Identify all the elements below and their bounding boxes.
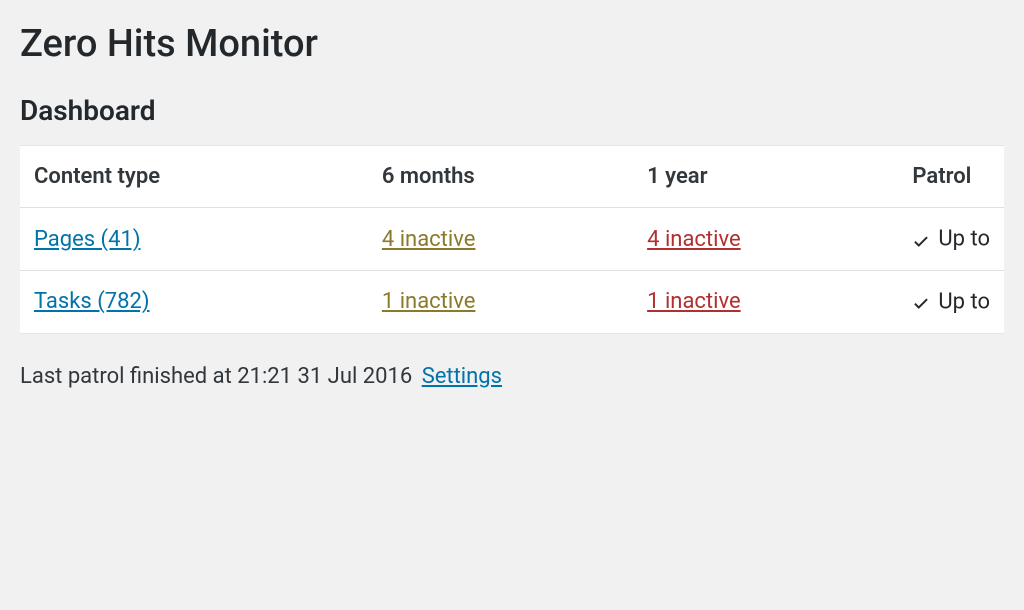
column-header-six-months: 6 months xyxy=(368,146,633,208)
last-patrol-text: Last patrol finished at 21:21 31 Jul 201… xyxy=(20,364,412,389)
content-type-link-pages[interactable]: Pages (41) xyxy=(34,227,140,252)
six-months-link[interactable]: 4 inactive xyxy=(382,227,476,252)
column-header-one-year: 1 year xyxy=(633,146,898,208)
column-header-content-type: Content type xyxy=(20,146,368,208)
column-header-patrol: Patrol xyxy=(898,146,1004,208)
section-title: Dashboard xyxy=(20,94,1004,127)
six-months-link[interactable]: 1 inactive xyxy=(382,289,476,314)
footer-note: Last patrol finished at 21:21 31 Jul 201… xyxy=(20,364,1004,389)
one-year-link[interactable]: 1 inactive xyxy=(647,289,741,314)
patrol-status: Up to xyxy=(938,290,990,315)
page-title: Zero Hits Monitor xyxy=(20,20,1004,69)
one-year-link[interactable]: 4 inactive xyxy=(647,227,741,252)
check-icon xyxy=(912,293,930,311)
table-row: Tasks (782) 1 inactive 1 inactive Up to xyxy=(20,271,1004,334)
check-icon xyxy=(912,231,930,249)
dashboard-table: Content type 6 months 1 year Patrol Page… xyxy=(20,145,1004,333)
settings-link[interactable]: Settings xyxy=(422,364,502,389)
table-row: Pages (41) 4 inactive 4 inactive Up to xyxy=(20,208,1004,271)
patrol-status: Up to xyxy=(938,227,990,252)
content-type-link-tasks[interactable]: Tasks (782) xyxy=(34,289,149,314)
